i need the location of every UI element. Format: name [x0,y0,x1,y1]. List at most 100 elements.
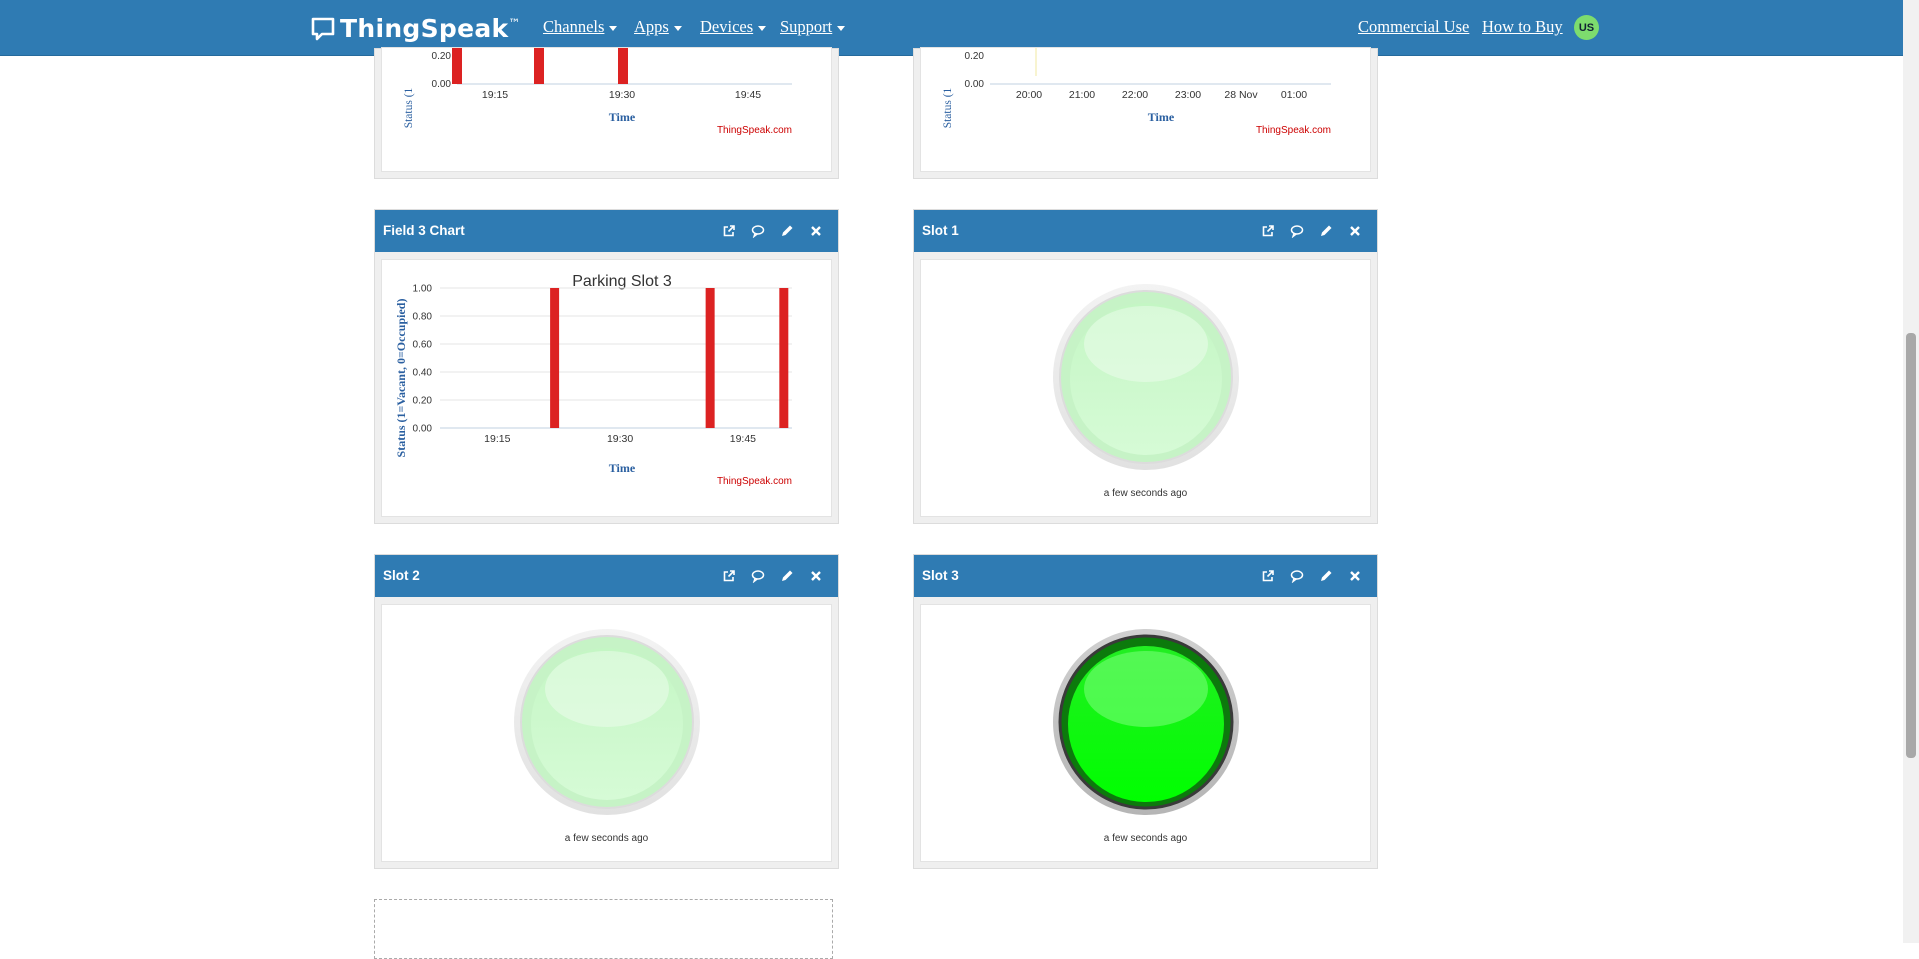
bars [550,288,789,428]
lamp-container: a few seconds ago [920,259,1371,517]
chevron-down-icon [758,25,767,31]
comment-icon[interactable] [1289,223,1305,239]
chart-credit-link[interactable]: ThingSpeak.com [1256,125,1331,136]
y-tick-label: 0.60 [413,340,433,351]
widget-toolbar [1260,223,1363,239]
chart-container: Parking Slot 3 Status (1=Vacant, 0=Occup… [381,259,832,517]
brand-name: ThingSpeak™ [340,14,521,43]
y-tick-label: 0.80 [413,312,433,323]
bar[interactable] [705,288,715,428]
pencil-icon[interactable] [1318,568,1334,584]
chart-container: Status (1 0.20 0.00 20:00 21:00 22:00 23… [920,47,1371,172]
close-icon[interactable] [1347,223,1363,239]
user-avatar[interactable]: US [1574,15,1599,40]
comment-icon[interactable] [750,223,766,239]
y-tick-label: 0.20 [413,396,433,407]
close-icon[interactable] [808,223,824,239]
widget-header: Slot 3 [914,555,1377,597]
add-widget-placeholder[interactable] [374,899,833,959]
y-tick-label: 0.20 [965,51,985,62]
lamp-indicator [1051,282,1241,477]
lamp-off-graphic [1052,284,1239,470]
chart-credit-link[interactable]: ThingSpeak.com [717,125,792,136]
field-chart-top-right: Status (1 0.20 0.00 20:00 21:00 22:00 23… [942,48,1331,136]
widget-title: Slot 2 [383,568,420,583]
widget-header: Field 3 Chart [375,210,838,252]
nav-support[interactable]: Support [780,17,846,37]
bar [618,48,628,84]
y-ticks: 0.00 0.20 0.40 0.60 0.80 1.00 [413,284,433,435]
widget-slot-2: Slot 2 a few seconds ago [374,554,839,869]
grid-lines [440,287,792,429]
chart-credit-link[interactable]: ThingSpeak.com [717,476,792,487]
x-tick-label: 19:30 [609,89,635,101]
bar[interactable] [550,288,560,428]
bar[interactable] [779,288,789,428]
external-link-icon[interactable] [721,568,737,584]
widget-slot-1: Slot 1 a few seconds ago [913,209,1378,524]
x-axis-label: Time [1148,110,1175,124]
nav-commercial-use[interactable]: Commercial Use [1358,17,1469,37]
y-tick-label: 0.00 [413,424,433,435]
external-link-icon[interactable] [1260,223,1276,239]
widget-toolbar [721,568,824,584]
lamp-indicator [1051,627,1241,822]
y-tick-label: 0.40 [413,368,433,379]
nav-apps[interactable]: Apps [634,17,682,37]
x-axis-label: Time [609,110,636,124]
y-axis-label: Status (1 [942,87,954,128]
y-axis-label: Status (1 [403,87,415,128]
external-link-icon[interactable] [721,223,737,239]
bar [452,48,462,84]
x-tick-label: 28 Nov [1224,89,1258,101]
widget-header: Slot 2 [375,555,838,597]
lamp-off-graphic [513,629,700,815]
nav-devices[interactable]: Devices [700,17,767,37]
lamp-on-graphic [1052,629,1239,815]
x-tick-label: 19:30 [607,433,633,445]
vertical-scrollbar-thumb[interactable] [1906,333,1916,758]
nav-channels[interactable]: Channels [543,17,618,37]
chevron-down-icon [837,25,846,31]
x-tick-label: 19:15 [482,89,508,101]
y-tick-label: 0.00 [432,79,452,90]
last-updated-text: a few seconds ago [1103,488,1188,499]
widget-title: Slot 1 [922,223,959,238]
last-updated-text: a few seconds ago [1103,833,1188,844]
x-tick-label: 19:45 [730,433,756,445]
pencil-icon[interactable] [779,223,795,239]
lamp-container: a few seconds ago [920,604,1371,862]
lamp-indicator [512,627,702,822]
lamp-container: a few seconds ago [381,604,832,862]
bar [534,48,544,84]
widget-field3-chart: Field 3 Chart Parking Slot 3 Status (1=V… [374,209,839,524]
close-icon[interactable] [1347,568,1363,584]
x-tick-label: 22:00 [1122,89,1148,101]
close-icon[interactable] [808,568,824,584]
last-updated-text: a few seconds ago [564,833,649,844]
comment-icon[interactable] [750,568,766,584]
chevron-down-icon [609,25,618,31]
chevron-down-icon [673,25,682,31]
pencil-icon[interactable] [779,568,795,584]
x-tick-label: 01:00 [1281,89,1307,101]
y-tick-label: 0.20 [432,51,452,62]
field-3-chart: Parking Slot 3 Status (1=Vacant, 0=Occup… [394,273,792,487]
chart-title: Parking Slot 3 [572,273,672,290]
widget-title: Slot 3 [922,568,959,583]
y-tick-label: 0.00 [965,79,985,90]
x-tick-label: 23:00 [1175,89,1201,101]
y-tick-label: 1.00 [413,284,433,295]
x-axis-label: Time [609,461,636,475]
brand-logo[interactable]: ThingSpeak™ [310,14,521,43]
widget-header: Slot 1 [914,210,1377,252]
x-tick-label: 21:00 [1069,89,1095,101]
widget-slot-3: Slot 3 a few seconds ago [913,554,1378,869]
pencil-icon[interactable] [1318,223,1334,239]
widget-title: Field 3 Chart [383,223,465,238]
external-link-icon[interactable] [1260,568,1276,584]
nav-how-to-buy[interactable]: How to Buy [1482,17,1563,37]
y-axis-label: Status (1=Vacant, 0=Occupied) [394,299,408,458]
speech-bubble-icon [311,17,335,40]
comment-icon[interactable] [1289,568,1305,584]
